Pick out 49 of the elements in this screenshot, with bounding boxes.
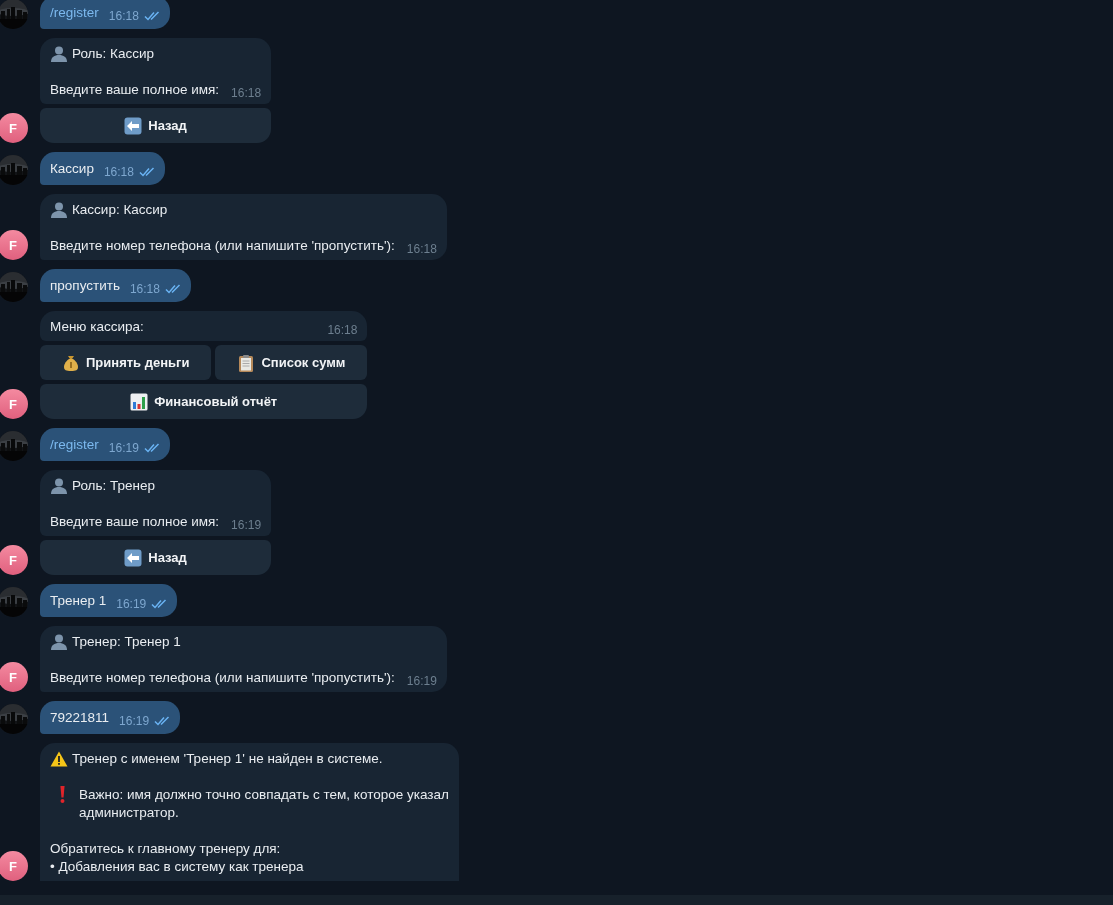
message-text: пропустить — [50, 277, 120, 295]
clipboard-icon — [237, 353, 256, 372]
warning-icon — [50, 750, 68, 768]
message-time: 16:19 — [119, 713, 150, 730]
keyboard-button[interactable]: Финансовый отчёт — [40, 384, 368, 419]
keyboard-button[interactable]: Принять деньги — [40, 345, 212, 380]
avatar: F — [0, 662, 28, 692]
message-time: 16:18 — [129, 281, 160, 298]
person-icon — [50, 45, 68, 63]
message-time: 16:18 — [103, 164, 134, 181]
keyboard-button[interactable]: Назад — [40, 540, 272, 575]
message-text: Роль: Тренер — [72, 477, 155, 495]
message-text: Важно: имя должно точно совпадать с тем, которое указал администратор. — [79, 786, 449, 822]
person-icon — [50, 633, 68, 651]
message-text: Тренер с именем 'Тренер 1' не найден в системе. — [72, 750, 383, 768]
message-text: Кассир: Кассир — [72, 201, 168, 219]
person-icon — [50, 477, 68, 495]
avatar: F — [0, 389, 28, 419]
money-bag-icon — [62, 353, 80, 372]
command-link[interactable]: /register — [50, 436, 99, 454]
message-time: 16:18 — [327, 322, 358, 339]
message-text: Роль: Кассир — [72, 45, 154, 63]
message-text: Введите номер телефона (или напишите 'пропустить'): — [50, 669, 395, 687]
message-text: Введите ваше полное имя: — [50, 81, 220, 99]
message-text: 79221811 — [50, 709, 110, 727]
exclamation-icon — [60, 786, 65, 803]
person-icon — [50, 201, 68, 219]
message-time: 16:18 — [108, 8, 139, 25]
message-text: Кассир — [50, 160, 94, 178]
message-text: Введите номер телефона (или напишите 'пропустить'): — [50, 237, 395, 255]
command-link[interactable]: /register — [50, 4, 99, 22]
keyboard-button[interactable]: Назад — [40, 108, 272, 143]
avatar: F — [0, 851, 28, 881]
message-text: Введите ваше полное имя: — [50, 513, 220, 531]
message-text: Тренер 1 — [50, 592, 107, 610]
message-time: 16:19 — [116, 596, 147, 613]
avatar: F — [0, 545, 28, 575]
keyboard-button[interactable]: Список сумм — [215, 345, 368, 380]
bar-chart-icon — [130, 392, 149, 411]
message-time: 16:19 — [406, 673, 437, 690]
message-text: Меню кассира: — [50, 318, 144, 336]
avatar: F — [0, 230, 28, 260]
avatar: F — [0, 113, 28, 143]
message-text: Тренер: Тренер 1 — [72, 633, 181, 651]
message-time: 16:18 — [406, 241, 437, 258]
message-time: 16:19 — [108, 440, 139, 457]
message-text: Обратитесь к главному тренеру для: • Добавления вас в систему как тренера — [50, 840, 304, 876]
message-time: 16:19 — [231, 517, 262, 534]
message-time: 16:18 — [231, 85, 262, 102]
